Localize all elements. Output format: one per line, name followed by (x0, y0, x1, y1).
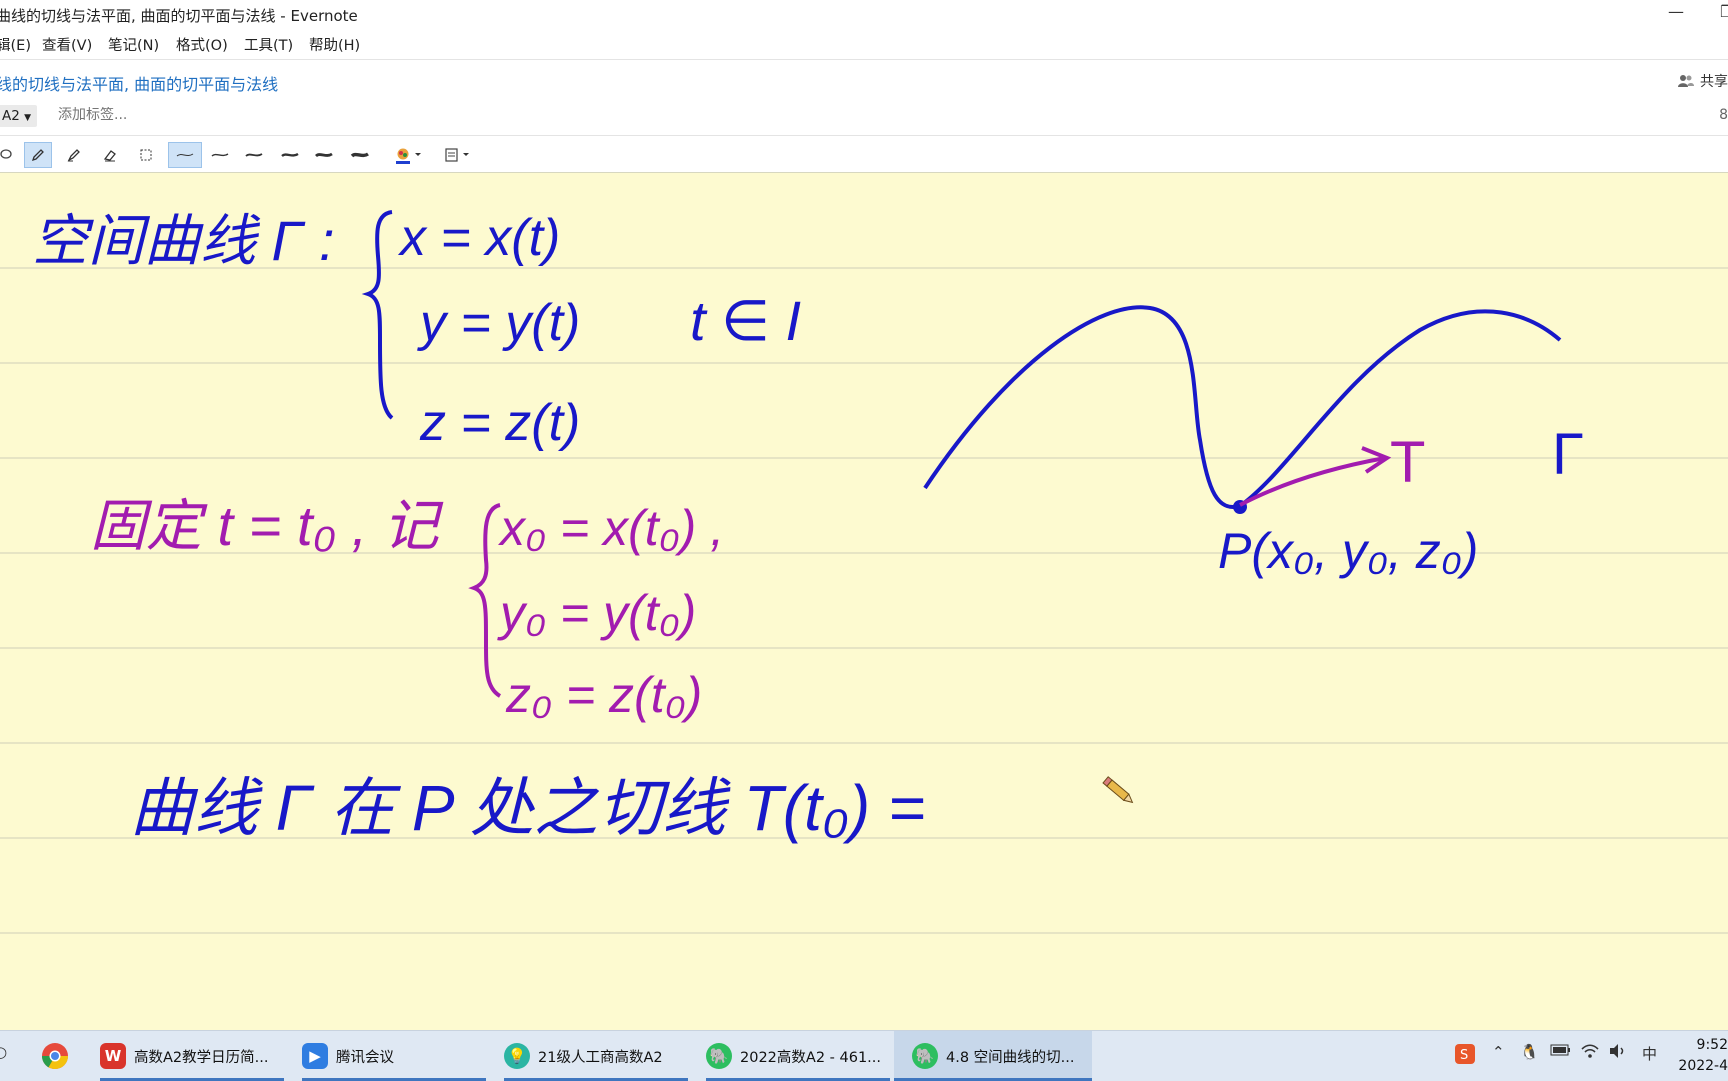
taskbar-item-class[interactable]: 💡 21级人工商高数A2 (504, 1031, 688, 1081)
highlighter-icon[interactable] (60, 142, 88, 168)
stroke-width-6[interactable] (346, 142, 374, 168)
eq-x0: x₀ = x(t₀) , (498, 500, 724, 556)
stroke-width-5[interactable] (310, 142, 338, 168)
color-picker-button[interactable] (388, 142, 428, 168)
brace (361, 210, 394, 420)
curve-label: Γ (1552, 422, 1584, 487)
wps-icon: W (100, 1043, 126, 1069)
taskbar-item-label: 4.8 空间曲线的切... (946, 1049, 1075, 1066)
divider (0, 59, 1728, 60)
taskbar-item-evernote-1[interactable]: 🐘 2022高数A2 - 461... (706, 1031, 890, 1081)
evernote-icon: 🐘 (912, 1043, 938, 1069)
ime-indicator[interactable]: 中 (1642, 1043, 1657, 1064)
evernote-icon: 🐘 (706, 1043, 732, 1069)
clock-time: 9:52 (1696, 1037, 1728, 1053)
ink-canvas[interactable]: 空间曲线 Γ : x = x(t) y = y(t) t ∈ I z = z(t… (0, 173, 1728, 1030)
stroke-width-1[interactable] (168, 142, 202, 168)
tangent-statement: 曲线 Γ 在 P 处之切线 T(t₀) = (130, 772, 925, 844)
handwritten-definition: 空间曲线 Γ : x = x(t) y = y(t) t ∈ I z = z(t… (32, 209, 801, 452)
menu-edit[interactable]: 辑(E) (0, 34, 31, 55)
browser-icon[interactable] (40, 1031, 70, 1081)
qq-icon[interactable]: 🐧 (1520, 1043, 1539, 1061)
stroke-width-3[interactable] (240, 142, 268, 168)
clock[interactable]: 9:52 2022-4 (1678, 1035, 1728, 1077)
menu-tools[interactable]: 工具(T) (244, 34, 293, 55)
pencil-cursor-icon (1102, 776, 1134, 804)
brace (468, 503, 502, 698)
sogou-ime-icon[interactable]: S (1454, 1043, 1476, 1069)
menu-note[interactable]: 笔记(N) (108, 34, 159, 55)
eq-y0: y₀ = y(t₀) (497, 585, 696, 641)
people-icon (1678, 75, 1694, 87)
clock-date: 2022-4 (1678, 1058, 1728, 1074)
svg-text:S: S (1460, 1048, 1468, 1063)
taskbar-item-wps[interactable]: W 高数A2教学日历简... (100, 1031, 284, 1081)
select-rect-icon[interactable] (132, 142, 160, 168)
stroke-width-4[interactable] (276, 142, 304, 168)
tencent-meeting-icon: ▶ (302, 1043, 328, 1069)
space-curve (923, 305, 1562, 510)
note-counter: 8 (1719, 107, 1728, 123)
share-button[interactable]: 共享 (1678, 71, 1728, 91)
eraser-icon[interactable] (96, 142, 124, 168)
notebook-name: A2 (2, 108, 20, 124)
eq-x: x = x(t) (397, 209, 560, 267)
menu-help[interactable]: 帮助(H) (309, 34, 360, 55)
share-label: 共享 (1700, 74, 1728, 90)
chevron-up-icon[interactable]: ⌃ (1492, 1043, 1505, 1061)
chrome-icon (41, 1043, 69, 1070)
lightbulb-icon: 💡 (504, 1043, 530, 1069)
notebook-selector[interactable]: A2 ▼ (0, 105, 38, 127)
divider (0, 135, 1728, 136)
lasso-icon[interactable] (0, 142, 20, 168)
tangent-label: T (1390, 430, 1425, 495)
taskbar-item-label: 21级人工商高数A2 (538, 1049, 663, 1066)
ink-toolbar (0, 138, 1728, 172)
curve-sketch: T Γ P(x₀, y₀, z₀) (923, 305, 1584, 579)
maximize-button[interactable]: ❐ (1720, 2, 1728, 21)
tangent-vector (1239, 456, 1386, 507)
handwritten-fix-point: 固定 t = t₀ , 记 x₀ = x(t₀) , y₀ = y(t₀) z₀… (90, 494, 724, 723)
window-title: 曲线的切线与法平面, 曲面的切平面与法线 - Evernote (0, 7, 358, 25)
note-title[interactable]: 线的切线与法平面, 曲面的切平面与法线 (0, 71, 278, 95)
pen-icon[interactable] (24, 142, 52, 168)
stroke-width-2[interactable] (206, 142, 234, 168)
volume-icon[interactable] (1608, 1043, 1628, 1063)
wifi-icon[interactable] (1580, 1043, 1600, 1063)
battery-icon[interactable] (1550, 1043, 1572, 1061)
eq-y: y = y(t) (417, 294, 580, 352)
space-curve-label: 空间曲线 Γ : (32, 209, 335, 272)
menu-view[interactable]: 查看(V) (42, 34, 92, 55)
taskbar-item-tencent-meeting[interactable]: ▶ 腾讯会议 (302, 1031, 486, 1081)
fix-text: 固定 t = t₀ , 记 (90, 494, 444, 557)
title-bar: 曲线的切线与法平面, 曲面的切平面与法线 - Evernote — ❐ (0, 0, 1728, 28)
taskbar: ○ W 高数A2教学日历简... ▶ 腾讯会议 💡 21级人工商高数A2 🐘 2… (0, 1030, 1728, 1081)
chevron-down-icon: ▼ (24, 113, 32, 123)
menu-bar: 辑(E) 查看(V) 笔记(N) 格式(O) 工具(T) 帮助(H) (0, 30, 1728, 56)
minimize-button[interactable]: — (1668, 2, 1684, 21)
taskbar-item-label: 高数A2教学日历简... (134, 1049, 269, 1066)
menu-format[interactable]: 格式(O) (176, 34, 228, 55)
point-label: P(x₀, y₀, z₀) (1218, 523, 1478, 579)
page-style-button[interactable] (440, 142, 476, 168)
tag-input[interactable] (58, 107, 258, 123)
taskbar-item-label: 2022高数A2 - 461... (740, 1049, 881, 1066)
eq-z0: z₀ = z(t₀) (505, 667, 702, 723)
search-icon[interactable]: ○ (0, 1043, 7, 1061)
taskbar-item-evernote-2[interactable]: 🐘 4.8 空间曲线的切... (894, 1031, 1092, 1081)
t-domain: t ∈ I (690, 289, 801, 352)
taskbar-item-label: 腾讯会议 (336, 1049, 394, 1066)
eq-z: z = z(t) (419, 394, 580, 452)
